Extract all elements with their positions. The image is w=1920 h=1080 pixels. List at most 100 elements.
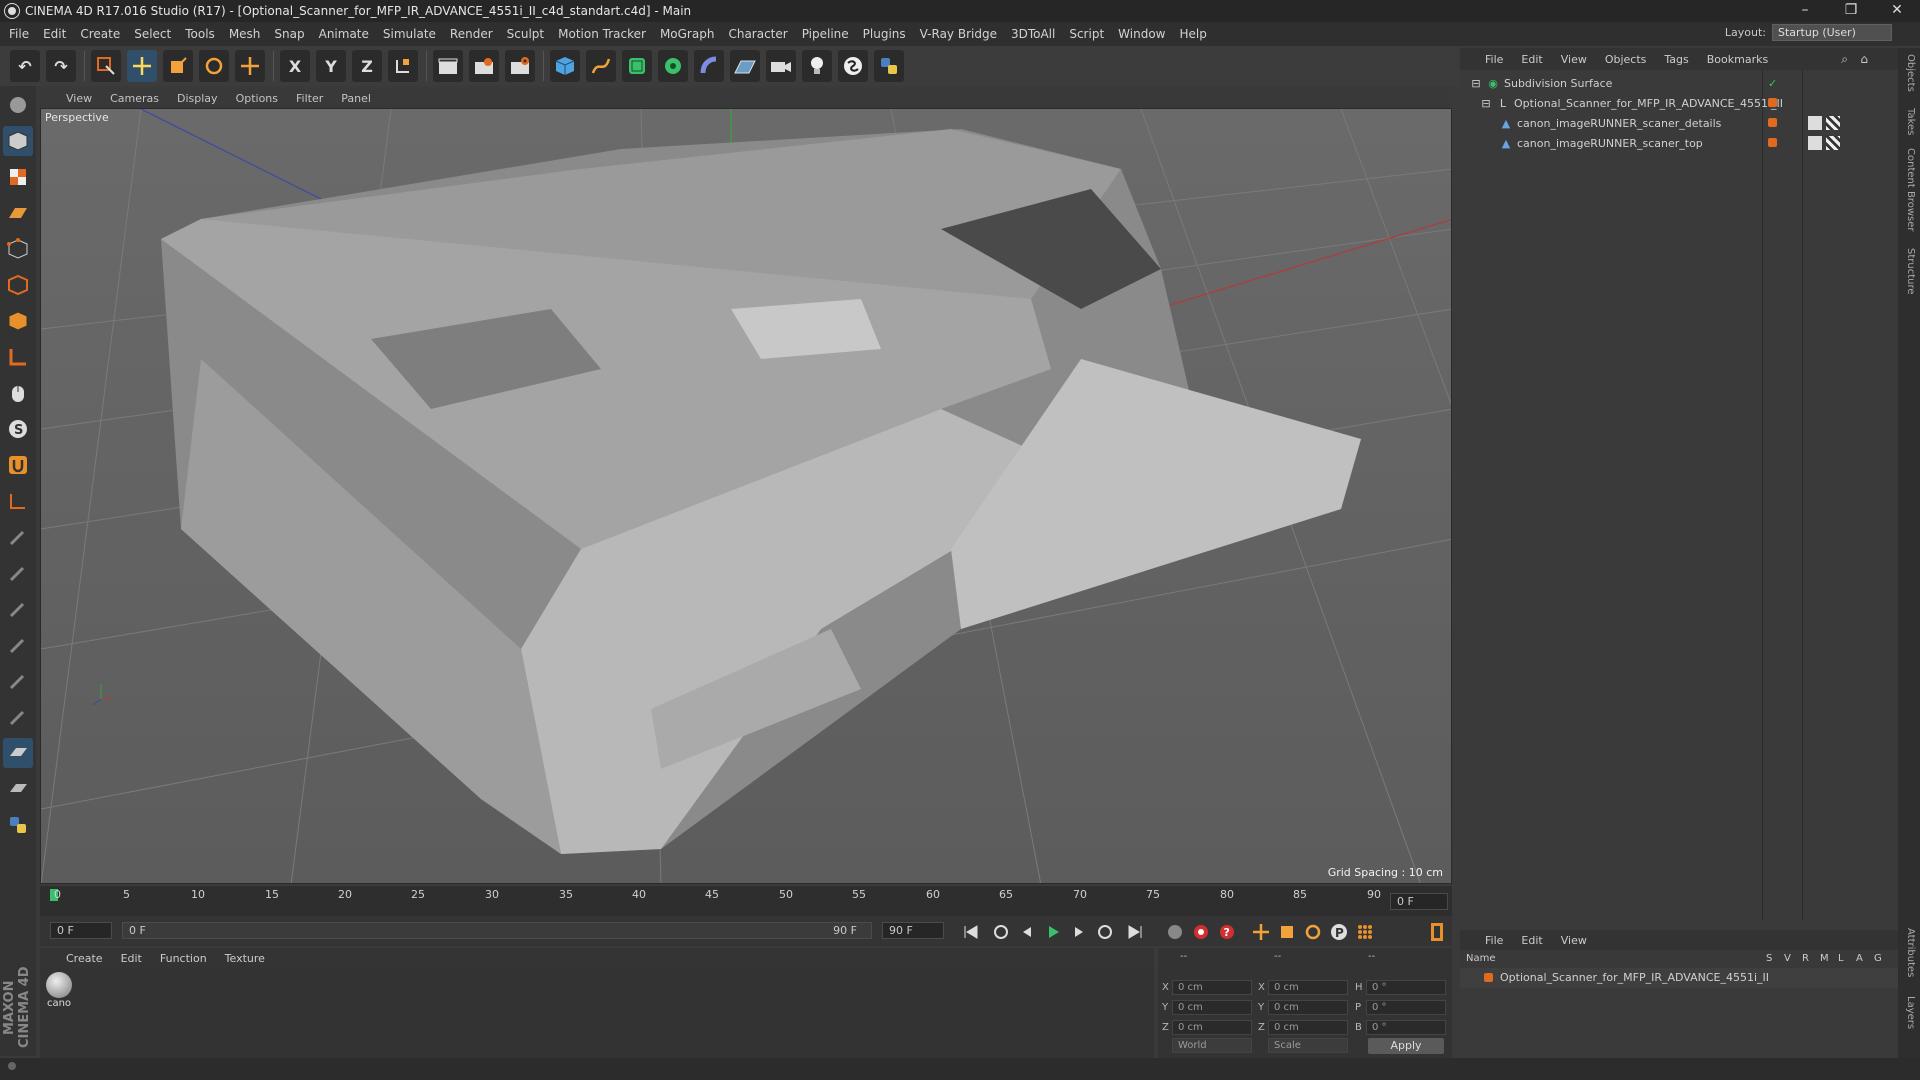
menu-simulate[interactable]: Simulate [383, 27, 436, 41]
apply-button[interactable]: Apply [1368, 1038, 1444, 1054]
y-axis-lock[interactable]: Y [316, 50, 346, 82]
object-row[interactable]: ▲ canon_imageRUNNER_scaner_top [1460, 133, 1898, 153]
undo-button[interactable]: ↶ [10, 50, 40, 82]
objects-menu-objects[interactable]: Objects [1605, 53, 1647, 66]
objects-menu-edit[interactable]: Edit [1521, 53, 1542, 66]
grid-lock-tool[interactable] [3, 738, 33, 768]
maximize-button[interactable]: ❐ [1828, 0, 1874, 22]
texture-tag-icon[interactable] [1826, 116, 1840, 130]
layers-menu-edit[interactable]: Edit [1521, 934, 1542, 947]
redo-button[interactable]: ↷ [46, 50, 76, 82]
workplane-mode-tool[interactable] [3, 198, 33, 228]
sculpt-brush-tool[interactable] [3, 522, 33, 552]
objects-menu-view[interactable]: View [1561, 53, 1587, 66]
menu-select[interactable]: Select [134, 27, 171, 41]
menu-file[interactable]: File [9, 27, 29, 41]
menu-character[interactable]: Character [728, 27, 787, 41]
model-mode-tool[interactable] [3, 126, 33, 156]
camera-button[interactable] [766, 50, 796, 82]
menu-help[interactable]: Help [1179, 27, 1206, 41]
viewport-menu-options[interactable]: Options [236, 92, 278, 105]
scale-tool[interactable] [163, 50, 193, 82]
collapse-toggle-icon[interactable]: ⊟ [1470, 77, 1482, 90]
menu-script[interactable]: Script [1069, 27, 1104, 41]
transform-tool[interactable] [235, 50, 265, 82]
menu-tools[interactable]: Tools [185, 27, 215, 41]
floor-button[interactable] [730, 50, 760, 82]
sculpt-mask-tool[interactable] [3, 702, 33, 732]
size-x-field[interactable]: 0 cm [1268, 980, 1348, 995]
menu-mesh[interactable]: Mesh [229, 27, 261, 41]
menu-motion-tracker[interactable]: Motion Tracker [558, 27, 646, 41]
objects-menu-file[interactable]: File [1485, 53, 1503, 66]
size-z-field[interactable]: 0 cm [1268, 1020, 1348, 1035]
polygons-mode-tool[interactable] [3, 306, 33, 336]
close-button[interactable]: ✕ [1874, 0, 1920, 22]
python-tool[interactable] [3, 810, 33, 840]
menu-animate[interactable]: Animate [319, 27, 369, 41]
go-to-end-button[interactable] [1124, 921, 1146, 943]
rotation-p-field[interactable]: 0 ° [1366, 1000, 1446, 1015]
position-y-field[interactable]: 0 cm [1172, 1000, 1252, 1015]
position-key-button[interactable] [1250, 921, 1272, 943]
menu-plugins[interactable]: Plugins [863, 27, 906, 41]
tweak-mode-tool[interactable] [3, 378, 33, 408]
perspective-viewport[interactable]: Perspective Grid Spacing : 10 cm [40, 108, 1452, 884]
pen-spline-button[interactable] [586, 50, 616, 82]
render-view-button[interactable] [433, 50, 463, 82]
rotation-key-button[interactable] [1302, 921, 1324, 943]
coordinate-system-toggle[interactable] [388, 50, 418, 82]
workplane-axis-tool[interactable] [3, 486, 33, 516]
points-mode-tool[interactable] [3, 234, 33, 264]
make-editable-tool[interactable] [3, 90, 33, 120]
sculpt-smooth-tool[interactable] [3, 594, 33, 624]
layer-row[interactable]: Optional_Scanner_for_MFP_IR_ADVANCE_4551… [1460, 968, 1898, 988]
frame-range-slider[interactable]: 0 F 90 F [122, 922, 872, 939]
next-frame-button[interactable] [1068, 921, 1090, 943]
home-icon[interactable]: ⌂ [1860, 52, 1868, 66]
layout-dropdown[interactable]: Startup (User) [1772, 24, 1892, 41]
scale-key-button[interactable] [1276, 921, 1298, 943]
move-tool[interactable] [127, 50, 157, 82]
menu-edit[interactable]: Edit [43, 27, 66, 41]
tab-objects[interactable]: Objects [1902, 54, 1916, 92]
position-z-field[interactable]: 0 cm [1172, 1020, 1252, 1035]
viewport-menu-panel[interactable]: Panel [341, 92, 371, 105]
material-menu-texture[interactable]: Texture [225, 952, 265, 965]
menu-render[interactable]: Render [450, 27, 493, 41]
menu-snap[interactable]: Snap [274, 27, 304, 41]
sculpt-grab-tool[interactable] [3, 630, 33, 660]
texture-tag-icon[interactable] [1826, 136, 1840, 150]
position-x-field[interactable]: 0 cm [1172, 980, 1252, 995]
menu-sculpt[interactable]: Sculpt [507, 27, 544, 41]
menu-vray-bridge[interactable]: V-Ray Bridge [920, 27, 997, 41]
object-row[interactable]: ▲ canon_imageRUNNER_scaner_details [1460, 113, 1898, 133]
material-tag-icon[interactable] [1808, 136, 1822, 150]
material-tag-icon[interactable] [1808, 116, 1822, 130]
play-button[interactable] [1042, 921, 1064, 943]
rotation-b-field[interactable]: 0 ° [1366, 1020, 1446, 1035]
python-script-button[interactable] [874, 50, 904, 82]
autokeying-button[interactable] [1190, 921, 1212, 943]
scale-mode-dropdown[interactable]: Scale [1268, 1038, 1348, 1053]
menu-pipeline[interactable]: Pipeline [802, 27, 849, 41]
timeline-ruler[interactable]: 0 5 10 15 20 25 30 35 40 45 50 55 60 65 … [40, 886, 1452, 916]
grid-tool[interactable] [3, 774, 33, 804]
tab-layers[interactable]: Layers [1902, 996, 1916, 1029]
layers-menu-file[interactable]: File [1485, 934, 1503, 947]
minimize-button[interactable]: – [1782, 0, 1828, 22]
material-menu-edit[interactable]: Edit [121, 952, 142, 965]
snap-tool[interactable]: S [3, 414, 33, 444]
keyframe-selection-button[interactable]: ? [1216, 921, 1238, 943]
search-icon[interactable]: ⌕ [1841, 52, 1848, 67]
go-to-start-button[interactable] [960, 921, 982, 943]
x-axis-lock[interactable]: X [280, 50, 310, 82]
object-row[interactable]: ⊟ ◉ Subdivision Surface ✓ [1460, 73, 1898, 93]
viewport-menu-filter[interactable]: Filter [296, 92, 323, 105]
tab-attributes[interactable]: Attributes [1902, 928, 1916, 977]
magnet-tool[interactable] [3, 450, 33, 480]
cloner-button[interactable] [658, 50, 688, 82]
parameter-key-button[interactable]: P [1328, 921, 1350, 943]
viewport-menu-view[interactable]: View [66, 92, 92, 105]
end-frame-field[interactable]: 90 F [882, 922, 944, 939]
